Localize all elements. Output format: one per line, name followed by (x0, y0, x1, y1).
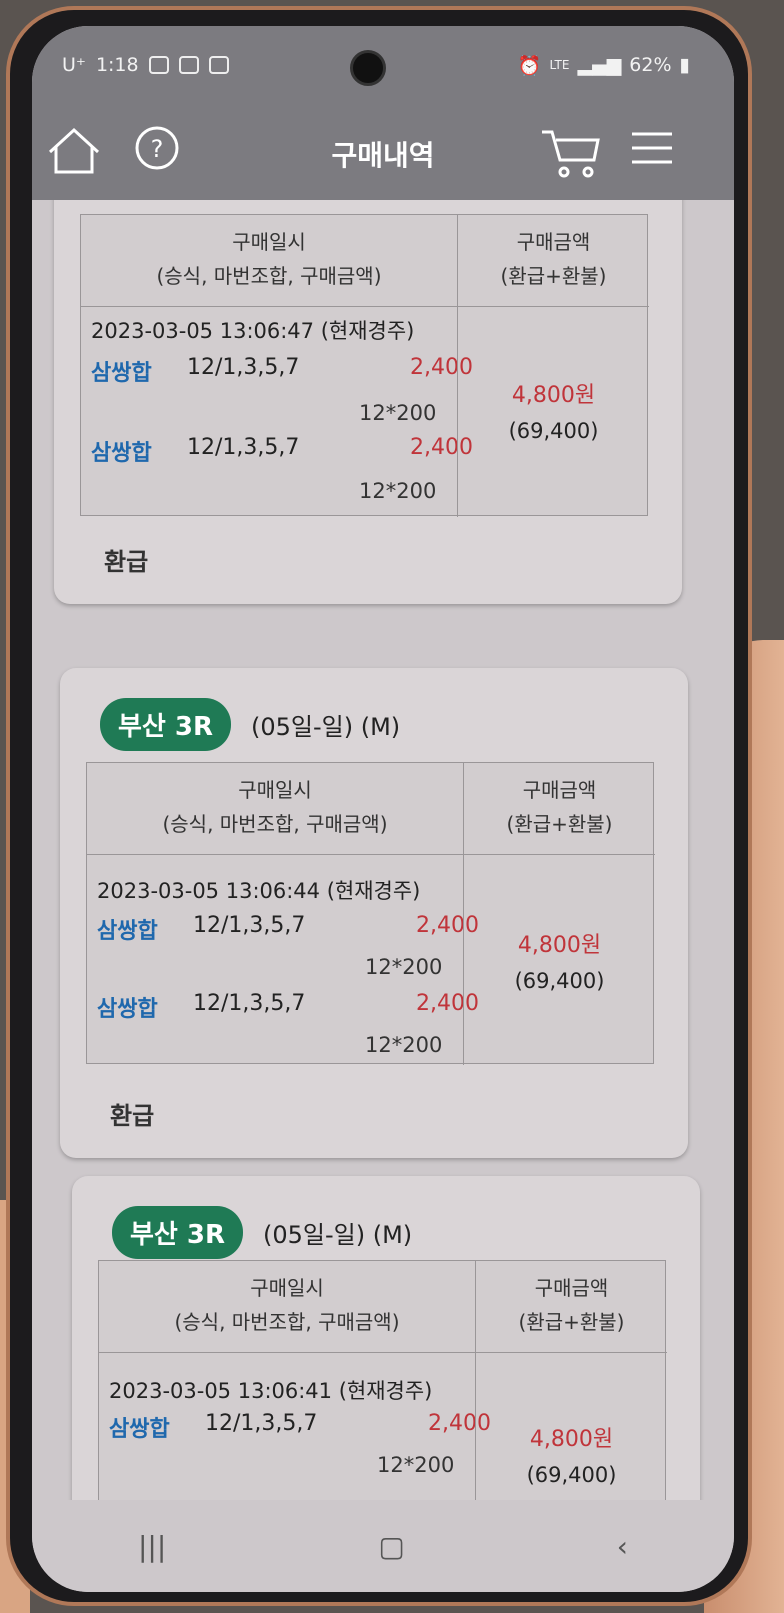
bet-line: 삼쌍합 12/1,3,5,7 2,400 (109, 1411, 491, 1442)
venue-badge: 부산 3R (100, 698, 232, 751)
bet-table: 구매일시 (승식, 마번조합, 구매금액) 구매금액 (환급+환불) 2023-… (86, 762, 655, 1065)
battery-label: 62% (629, 54, 672, 76)
total-sub: (69,400) (508, 419, 599, 443)
voicemail-icon (178, 56, 199, 74)
purchase-card: 구매일시 (승식, 마번조합, 구매금액) 구매금액 (환급+환불) 2023-… (54, 200, 682, 604)
purchase-datetime: 2023-03-05 13:06:41 (현재경주) (109, 1379, 433, 1403)
total-amount: 4,800원 (511, 383, 596, 408)
check-icon (208, 56, 229, 74)
total-amount: 4,800원 (529, 1427, 614, 1452)
header-amount: 구매금액 (환급+환불) (457, 215, 649, 307)
alarm-icon: ⏰ (517, 54, 542, 77)
card-header: 부산 3R (05일-일) (M) (112, 1206, 412, 1259)
cart-icon[interactable] (540, 126, 602, 186)
purchase-list[interactable]: 구매일시 (승식, 마번조합, 구매금액) 구매금액 (환급+환불) 2023-… (32, 200, 734, 1500)
purchase-card: 부산 3R (05일-일) (M) 구매일시 (승식, 마번조합, 구매금액) … (72, 1176, 700, 1500)
bet-table: 구매일시 (승식, 마번조합, 구매금액) 구매금액 (환급+환불) 2023-… (98, 1260, 667, 1500)
network-label: LTE (549, 58, 570, 72)
screen: U⁺ 1:18 ⏰ LTE ▂▄▆ 62% ▮ ? 구매내역 구매일시 (승식,… (32, 26, 734, 1592)
bet-table: 구매일시 (승식, 마번조합, 구매금액) 구매금액 (환급+환불) 2023-… (80, 214, 649, 517)
race-info: (05일-일) (M) (251, 713, 401, 741)
purchase-datetime: 2023-03-05 13:06:44 (현재경주) (97, 879, 421, 903)
purchase-datetime: 2023-03-05 13:06:47 (현재경주) (91, 319, 415, 343)
bet-line: 삼쌍합 12/1,3,5,7 2,400 (97, 991, 479, 1022)
header-purchase-time: 구매일시 (승식, 마번조합, 구매금액) (81, 215, 457, 307)
total-cell: 4,800원 (69,400) (463, 855, 655, 1065)
carrier-label: U⁺ (62, 54, 86, 76)
bet-line: 삼쌍합 12/1,3,5,7 2,400 (91, 355, 473, 386)
bet-multiplier: 12*200 (359, 401, 437, 425)
venue-badge: 부산 3R (112, 1206, 244, 1259)
signal-icon: ▂▄▆ (577, 54, 622, 76)
system-nav-bar: ||| ▢ ‹ (32, 1500, 734, 1592)
total-amount: 4,800원 (517, 933, 602, 958)
header-purchase-time: 구매일시 (승식, 마번조합, 구매금액) (99, 1261, 475, 1353)
card-header: 부산 3R (05일-일) (M) (100, 698, 400, 751)
purchase-card: 부산 3R (05일-일) (M) 구매일시 (승식, 마번조합, 구매금액) … (60, 668, 688, 1158)
talk-icon (148, 56, 169, 74)
header-amount: 구매금액 (환급+환불) (463, 763, 655, 855)
total-cell: 4,800원 (69,400) (457, 307, 649, 517)
front-camera (350, 50, 386, 86)
header-purchase-time: 구매일시 (승식, 마번조합, 구매금액) (87, 763, 463, 855)
refund-status: 환급 (104, 548, 149, 576)
total-cell: 4,800원 (69,400) (475, 1353, 667, 1500)
phone-frame: U⁺ 1:18 ⏰ LTE ▂▄▆ 62% ▮ ? 구매내역 구매일시 (승식,… (6, 6, 752, 1606)
page-title: 구매내역 (331, 139, 435, 172)
bet-line: 삼쌍합 12/1,3,5,7 2,400 (91, 435, 473, 466)
recent-apps-icon[interactable]: ||| (138, 1530, 166, 1563)
battery-icon: ▮ (679, 54, 690, 76)
bet-line: 삼쌍합 12/1,3,5,7 2,400 (97, 913, 479, 944)
total-sub: (69,400) (514, 969, 605, 993)
bet-multiplier: 12*200 (377, 1453, 455, 1477)
bet-multiplier: 12*200 (365, 1033, 443, 1057)
total-sub: (69,400) (526, 1463, 617, 1487)
app-bar: ? 구매내역 (32, 86, 734, 200)
home-button-icon[interactable]: ▢ (378, 1530, 404, 1563)
race-info: (05일-일) (M) (263, 1221, 413, 1249)
bet-multiplier: 12*200 (359, 479, 437, 503)
bet-multiplier: 12*200 (365, 955, 443, 979)
clock: 1:18 (95, 54, 139, 76)
header-amount: 구매금액 (환급+환불) (475, 1261, 667, 1353)
refund-status: 환급 (110, 1102, 155, 1130)
back-icon[interactable]: ‹ (617, 1530, 628, 1563)
menu-icon[interactable] (630, 126, 674, 174)
